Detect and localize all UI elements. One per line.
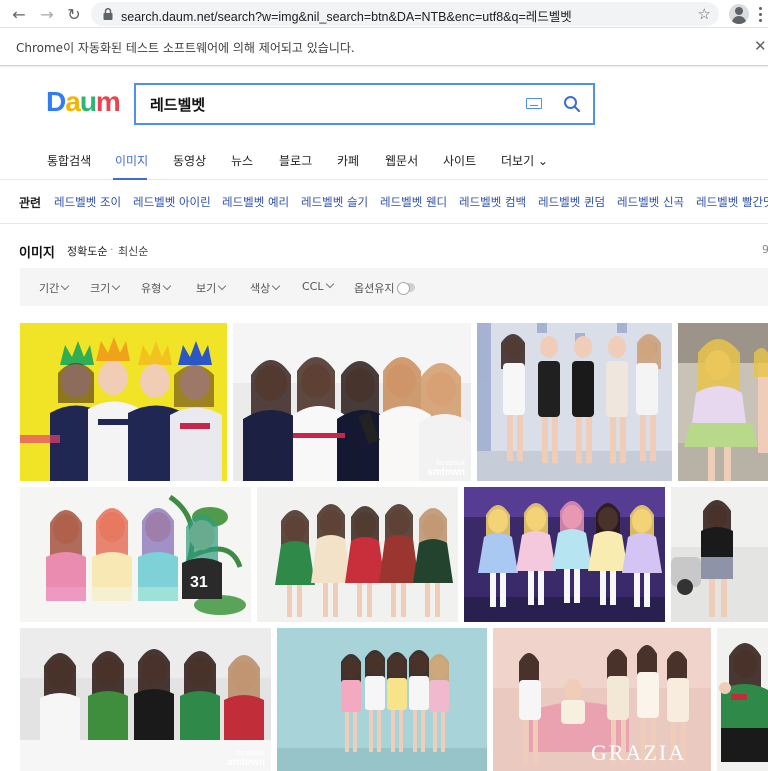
image-result[interactable] — [464, 487, 665, 622]
related-link[interactable]: 레드벨벳 컴백 — [459, 194, 526, 210]
filter-period[interactable]: 기간 — [39, 280, 70, 296]
related-link[interactable]: 레드벨벳 예리 — [222, 194, 289, 210]
search-tabs: 통합검색 이미지 동영상 뉴스 블로그 카페 웹문서 사이트 더보기 ⌄ — [0, 140, 768, 180]
photo-illustration — [717, 628, 768, 771]
image-result[interactable]: facebook smtown — [20, 628, 271, 771]
photo-illustration — [257, 487, 458, 622]
sort-separator: · — [110, 243, 114, 256]
reload-icon[interactable]: ↻ — [63, 3, 85, 25]
svg-text:31: 31 — [190, 574, 208, 591]
magazine-logo: GRAZIA — [591, 740, 687, 765]
search-icon[interactable] — [563, 95, 581, 113]
tab-image[interactable]: 이미지 — [115, 152, 148, 169]
address-bar[interactable]: search.daum.net/search?w=img&nil_search=… — [91, 2, 719, 26]
photo-illustration: 31 — [20, 487, 251, 622]
daum-logo[interactable]: D a u m — [46, 86, 121, 117]
browser-toolbar: ← → ↻ search.daum.net/search?w=img&nil_s… — [0, 0, 768, 28]
bookmark-star-icon[interactable]: ☆ — [698, 5, 711, 23]
photo-illustration — [233, 323, 471, 481]
logo-letter: a — [65, 86, 81, 117]
photo-illustration — [477, 323, 672, 481]
tab-cafe[interactable]: 카페 — [337, 152, 359, 169]
keyboard-icon[interactable] — [526, 98, 542, 109]
related-link[interactable]: 레드벨벳 아이린 — [133, 194, 211, 210]
tab-video[interactable]: 동영상 — [173, 152, 206, 169]
keep-option-toggle[interactable] — [397, 282, 415, 295]
image-result[interactable]: GRAZIA — [493, 628, 711, 771]
filter-label: 유형 — [141, 282, 162, 295]
logo-letter: u — [79, 86, 97, 117]
section-title: 이미지 — [19, 246, 55, 261]
sort-latest[interactable]: 최신순 — [118, 243, 148, 259]
filter-label: 보기 — [196, 282, 217, 295]
photo-illustration — [277, 628, 487, 771]
filter-size[interactable]: 크기 — [90, 280, 121, 296]
filter-bar: 기간 크기 유형 보기 색상 CCL 옵션유지 — [20, 268, 768, 306]
photo-illustration — [678, 323, 768, 481]
chrome-menu-icon[interactable] — [755, 4, 765, 24]
infobar-message: Chrome이 자동화된 테스트 소프트웨어에 의해 제어되고 있습니다. — [16, 41, 355, 55]
image-result[interactable]: facebook smtown — [233, 323, 471, 481]
filter-ccl[interactable]: CCL — [302, 279, 334, 293]
forward-icon[interactable]: → — [36, 3, 58, 25]
tab-site[interactable]: 사이트 — [443, 152, 476, 169]
tab-more[interactable]: 더보기 ⌄ — [501, 152, 548, 169]
image-result[interactable] — [671, 487, 768, 622]
photo-illustration — [464, 487, 665, 622]
filter-color[interactable]: 색상 — [250, 280, 281, 296]
related-link[interactable]: 레드벨벳 슬기 — [301, 194, 368, 210]
related-title: 관련 — [19, 196, 42, 210]
search-input[interactable] — [150, 94, 510, 114]
image-result[interactable] — [717, 628, 768, 771]
chevron-down-icon — [61, 281, 70, 291]
filter-view[interactable]: 보기 — [196, 280, 227, 296]
logo-letter: m — [95, 86, 121, 117]
related-searches: 관련 레드벨벳 조이 레드벨벳 아이린 레드벨벳 예리 레드벨벳 슬기 레드벨벳… — [0, 180, 768, 224]
chevron-down-icon — [325, 279, 334, 289]
back-icon[interactable]: ← — [8, 3, 30, 25]
image-result[interactable] — [477, 323, 672, 481]
search-box — [134, 83, 595, 125]
chevron-down-icon — [272, 281, 281, 291]
related-link[interactable]: 레드벨벳 퀸덤 — [538, 194, 605, 210]
tab-blog[interactable]: 블로그 — [279, 152, 312, 169]
tab-webdoc[interactable]: 웹문서 — [385, 152, 418, 169]
image-result[interactable] — [257, 487, 458, 622]
related-link[interactable]: 레드벨벳 웬디 — [380, 194, 447, 210]
filter-label: 크기 — [90, 282, 111, 295]
filter-type[interactable]: 유형 — [141, 280, 172, 296]
chevron-down-icon — [112, 281, 121, 291]
close-icon[interactable]: ✕ — [754, 37, 767, 55]
image-result[interactable] — [20, 323, 227, 481]
image-result[interactable] — [277, 628, 487, 771]
logo-letter: D — [46, 86, 66, 117]
result-count-fragment: 9 — [762, 243, 768, 256]
photo-illustration — [671, 487, 768, 622]
watermark: facebook smtown — [227, 750, 265, 768]
lock-icon — [103, 7, 113, 20]
watermark: facebook smtown — [427, 460, 465, 478]
chevron-down-icon — [163, 281, 172, 291]
profile-avatar-icon[interactable] — [729, 4, 749, 24]
automation-infobar: Chrome이 자동화된 테스트 소프트웨어에 의해 제어되고 있습니다. ✕ — [0, 28, 768, 66]
tab-integrated[interactable]: 통합검색 — [47, 152, 91, 169]
related-link[interactable]: 레드벨벳 조이 — [54, 194, 121, 210]
related-link[interactable]: 레드벨벳 빨간맛 — [696, 194, 768, 210]
chevron-down-icon — [218, 281, 227, 291]
image-result[interactable]: 31 — [20, 487, 251, 622]
photo-illustration — [20, 323, 227, 481]
filter-label: CCL — [302, 280, 324, 293]
filter-keep-option[interactable]: 옵션유지 — [354, 280, 394, 296]
filter-label: 색상 — [250, 282, 271, 295]
related-link[interactable]: 레드벨벳 신곡 — [617, 194, 684, 210]
image-result[interactable] — [678, 323, 768, 481]
url-text[interactable]: search.daum.net/search?w=img&nil_search=… — [121, 6, 572, 25]
sort-accuracy[interactable]: 정확도순 — [67, 243, 107, 259]
tab-news[interactable]: 뉴스 — [231, 152, 253, 169]
filter-label: 기간 — [39, 282, 60, 295]
